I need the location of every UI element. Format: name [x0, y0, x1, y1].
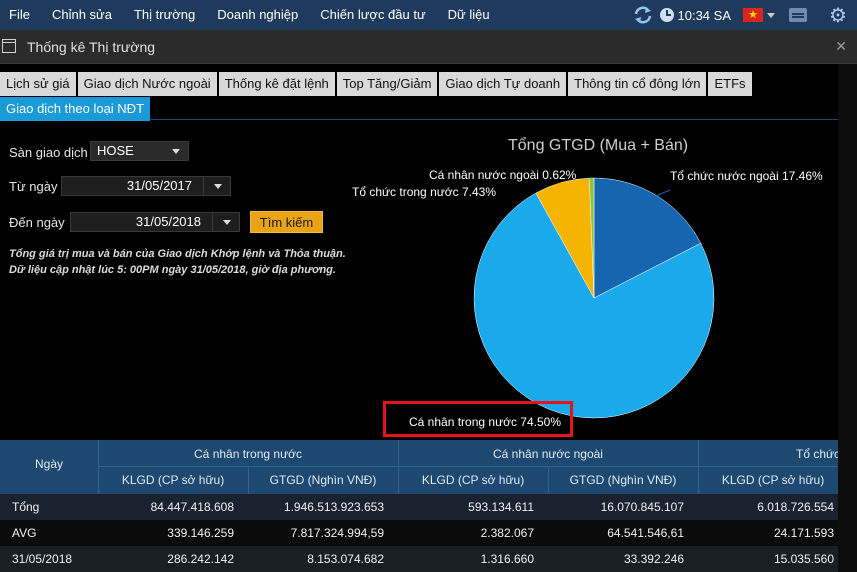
- table-row[interactable]: Tổng 84.447.418.608 1.946.513.923.653 59…: [0, 494, 838, 520]
- cell: 16.070.845.107: [600, 500, 684, 514]
- divider: [248, 467, 249, 494]
- subheader-value[interactable]: GTGD (Nghìn VNĐ): [248, 473, 398, 487]
- label-individual-foreign: Cá nhân nước ngoài 0.62%: [429, 168, 577, 182]
- row-label: Tổng: [12, 500, 40, 514]
- cell: 15.035.560: [773, 552, 834, 566]
- cell: 2.382.067: [480, 526, 534, 540]
- table-row[interactable]: AVG 339.146.259 7.817.324.994,59 2.382.0…: [0, 520, 838, 546]
- subheader-volume[interactable]: KLGD (CP sở hữu): [698, 473, 838, 487]
- divider: [98, 440, 99, 494]
- subheader-value[interactable]: GTGD (Nghìn VNĐ): [548, 473, 698, 487]
- cell: 593.134.611: [468, 500, 534, 514]
- row-label: 31/05/2018: [12, 552, 73, 566]
- divider: [548, 467, 549, 494]
- cell: 7.817.324.994,59: [290, 526, 384, 540]
- leader-line: [656, 189, 671, 197]
- cell: 286.242.142: [167, 552, 234, 566]
- cell: 64.541.546,61: [607, 526, 684, 540]
- subheader-volume[interactable]: KLGD (CP sở hữu): [98, 473, 248, 487]
- header-group-individual-foreign: Cá nhân nước ngoài: [493, 447, 603, 461]
- cell: 339.146.259: [167, 526, 234, 540]
- row-label: AVG: [12, 526, 37, 540]
- cell: 1.946.513.923.653: [283, 500, 384, 514]
- table-row[interactable]: 31/05/2018 286.242.142 8.153.074.682 1.3…: [0, 546, 838, 572]
- divider: [98, 466, 838, 467]
- header-date[interactable]: Ngày: [0, 457, 98, 471]
- divider: [698, 440, 699, 494]
- cell: 6.018.726.554: [757, 500, 834, 514]
- header-group-individual-domestic: Cá nhân trong nước: [194, 447, 302, 461]
- header-group-institution: Tổ chức: [796, 447, 838, 461]
- subheader-volume[interactable]: KLGD (CP sở hữu): [398, 473, 548, 487]
- cell: 84.447.418.608: [150, 500, 234, 514]
- table-header: Ngày Cá nhân trong nước Cá nhân nước ngo…: [0, 440, 838, 494]
- label-institution-foreign: Tổ chức nước ngoài 17.46%: [670, 169, 823, 183]
- cell: 8.153.074.682: [307, 552, 384, 566]
- label-institution-domestic: Tổ chức trong nước 7.43%: [352, 185, 496, 199]
- vertical-scrollbar[interactable]: [838, 64, 857, 572]
- highlight-box: [383, 401, 573, 437]
- cell: 1.316.660: [480, 552, 534, 566]
- cell: 24.171.593: [773, 526, 834, 540]
- cell: 33.392.246: [623, 552, 684, 566]
- divider: [398, 440, 399, 494]
- investor-table: Ngày Cá nhân trong nước Cá nhân nước ngo…: [0, 440, 838, 572]
